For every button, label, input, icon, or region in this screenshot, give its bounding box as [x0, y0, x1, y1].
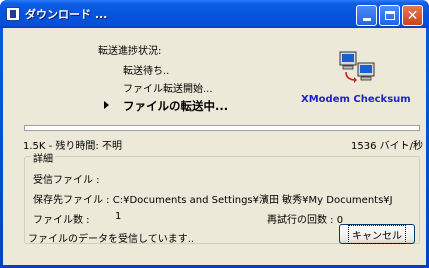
save-path-text: 保存先ファイル : C:¥Documents and Settings¥濱田 敏… [33, 195, 393, 206]
minimize-button[interactable] [356, 5, 377, 26]
computers-transfer-icon [339, 51, 375, 83]
details-legend: 詳細 [31, 150, 55, 165]
transfer-stats: 1.5K - 残り時間: 不明 1536 バイト/秒 [23, 137, 423, 152]
cancel-label: キャンセル [348, 224, 406, 244]
step-start: ファイル転送開始... [123, 84, 213, 95]
retry-count-text: 再試行の回数 : 0 [267, 215, 344, 226]
maximize-button[interactable] [379, 5, 400, 26]
close-button[interactable]: ✕ [402, 5, 423, 26]
step-waiting: 転送待ち.. [123, 66, 170, 77]
file-count-label: ファイル数 : [33, 215, 90, 226]
dialog-body: 転送進捗状況: 転送待ち.. ファイル転送開始... ファイルの転送中... X… [3, 28, 426, 265]
app-window-icon [6, 7, 20, 21]
triangle-arrow-icon [104, 101, 109, 109]
cancel-button[interactable]: キャンセル [339, 224, 415, 244]
window-title: ダウンロード ... [25, 8, 108, 21]
progress-bar [24, 125, 420, 131]
status-heading: 転送進捗状況: [98, 46, 162, 57]
file-count-value: 1 [115, 211, 122, 222]
transfer-rate-text: 1536 バイト/秒 [351, 141, 423, 152]
minimize-icon [362, 18, 371, 21]
close-icon: ✕ [406, 7, 419, 24]
download-dialog: ダウンロード ... ✕ 転送進捗状況: 転送待ち.. ファイル転送開始... … [0, 0, 429, 268]
title-bar[interactable]: ダウンロード ... ✕ [0, 0, 429, 28]
file-count-row: ファイル数 : 1 [33, 211, 121, 226]
maximize-icon [384, 11, 395, 20]
window-controls: ✕ [356, 5, 423, 26]
step-transferring: ファイルの転送中... [123, 99, 229, 113]
status-message: ファイルのデータを受信しています.. [28, 234, 195, 245]
protocol-label: XModem Checksum [301, 94, 411, 105]
received-file-label: 受信ファイル : [33, 175, 100, 186]
